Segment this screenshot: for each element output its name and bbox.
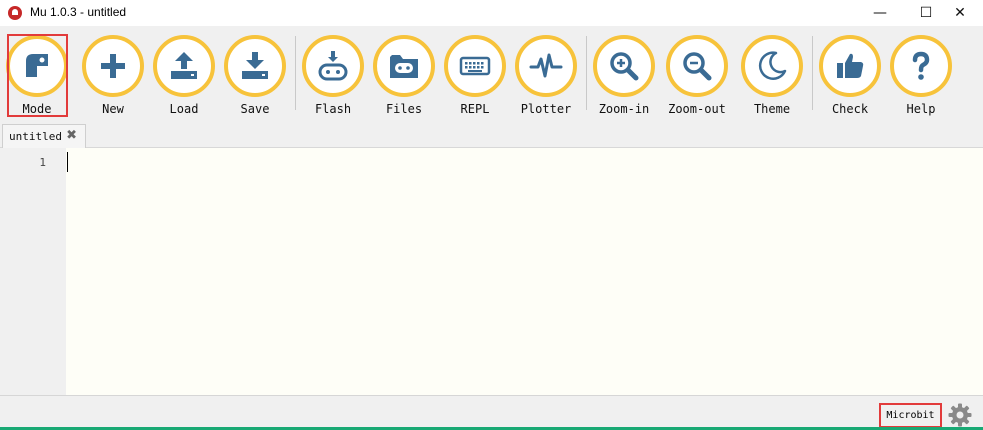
toolbar-separator [586,36,587,110]
plotter-label: Plotter [520,102,572,116]
keyboard-icon [459,56,491,76]
help-label: Help [906,102,936,116]
code-text-area[interactable] [66,148,983,395]
folder-icon [390,55,418,78]
mode-indicator[interactable]: Microbit [879,403,942,428]
zoom-out-label: Zoom-out [668,102,726,116]
flash-label: Flash [314,102,352,116]
help-button[interactable]: Help [886,32,956,118]
repl-button[interactable]: REPL [440,32,510,118]
gear-icon[interactable] [948,403,972,427]
save-label: Save [240,102,270,116]
close-tab-icon[interactable]: ✖ [66,128,77,143]
load-button[interactable]: Load [149,32,219,118]
line-number: 1 [39,156,46,169]
question-icon [912,51,930,80]
upload-icon [171,52,197,79]
zoom-in-label: Zoom-in [598,102,650,116]
title-bar: Mu 1.0.3 - untitled — ☐ ✕ [0,0,983,26]
check-button[interactable]: Check [815,32,885,118]
flash-button[interactable]: Flash [298,32,368,118]
tab-untitled[interactable]: untitled ✖ [2,124,86,148]
download-icon [242,52,268,79]
new-label: New [102,102,124,116]
status-bar: Microbit [0,395,983,430]
line-number-gutter: 1 [0,148,66,395]
zoom-in-icon [610,52,639,81]
thumbs-up-icon [837,53,864,78]
files-button[interactable]: Files [369,32,439,118]
tab-label: untitled [9,130,62,143]
zoom-in-button[interactable]: Zoom-in [589,32,659,118]
load-label: Load [169,102,199,116]
check-label: Check [831,102,869,116]
theme-label: Theme [753,102,791,116]
new-button[interactable]: New [78,32,148,118]
moon-icon [758,51,787,80]
mode-button-highlight [7,34,68,117]
zoom-out-button[interactable]: Zoom-out [662,32,732,118]
toolbar-separator [812,36,813,110]
save-button[interactable]: Save [220,32,290,118]
flash-device-icon [318,51,348,81]
repl-label: REPL [460,102,490,116]
tab-bar: untitled ✖ [0,122,983,148]
toolbar: Mode New Load Save Flash Files REPL Plot… [0,26,983,120]
zoom-out-icon [683,52,712,81]
plotter-button[interactable]: Plotter [511,32,581,118]
mu-logo-icon [8,6,22,20]
code-editor: 1 [0,148,983,395]
pulse-icon [529,53,563,78]
close-button[interactable]: ✕ [937,0,983,26]
files-label: Files [385,102,423,116]
text-caret [67,152,68,172]
theme-button[interactable]: Theme [737,32,807,118]
window-title: Mu 1.0.3 - untitled [30,5,127,19]
toolbar-separator [295,36,296,110]
minimize-button[interactable]: — [857,0,903,26]
plus-icon [101,54,125,78]
